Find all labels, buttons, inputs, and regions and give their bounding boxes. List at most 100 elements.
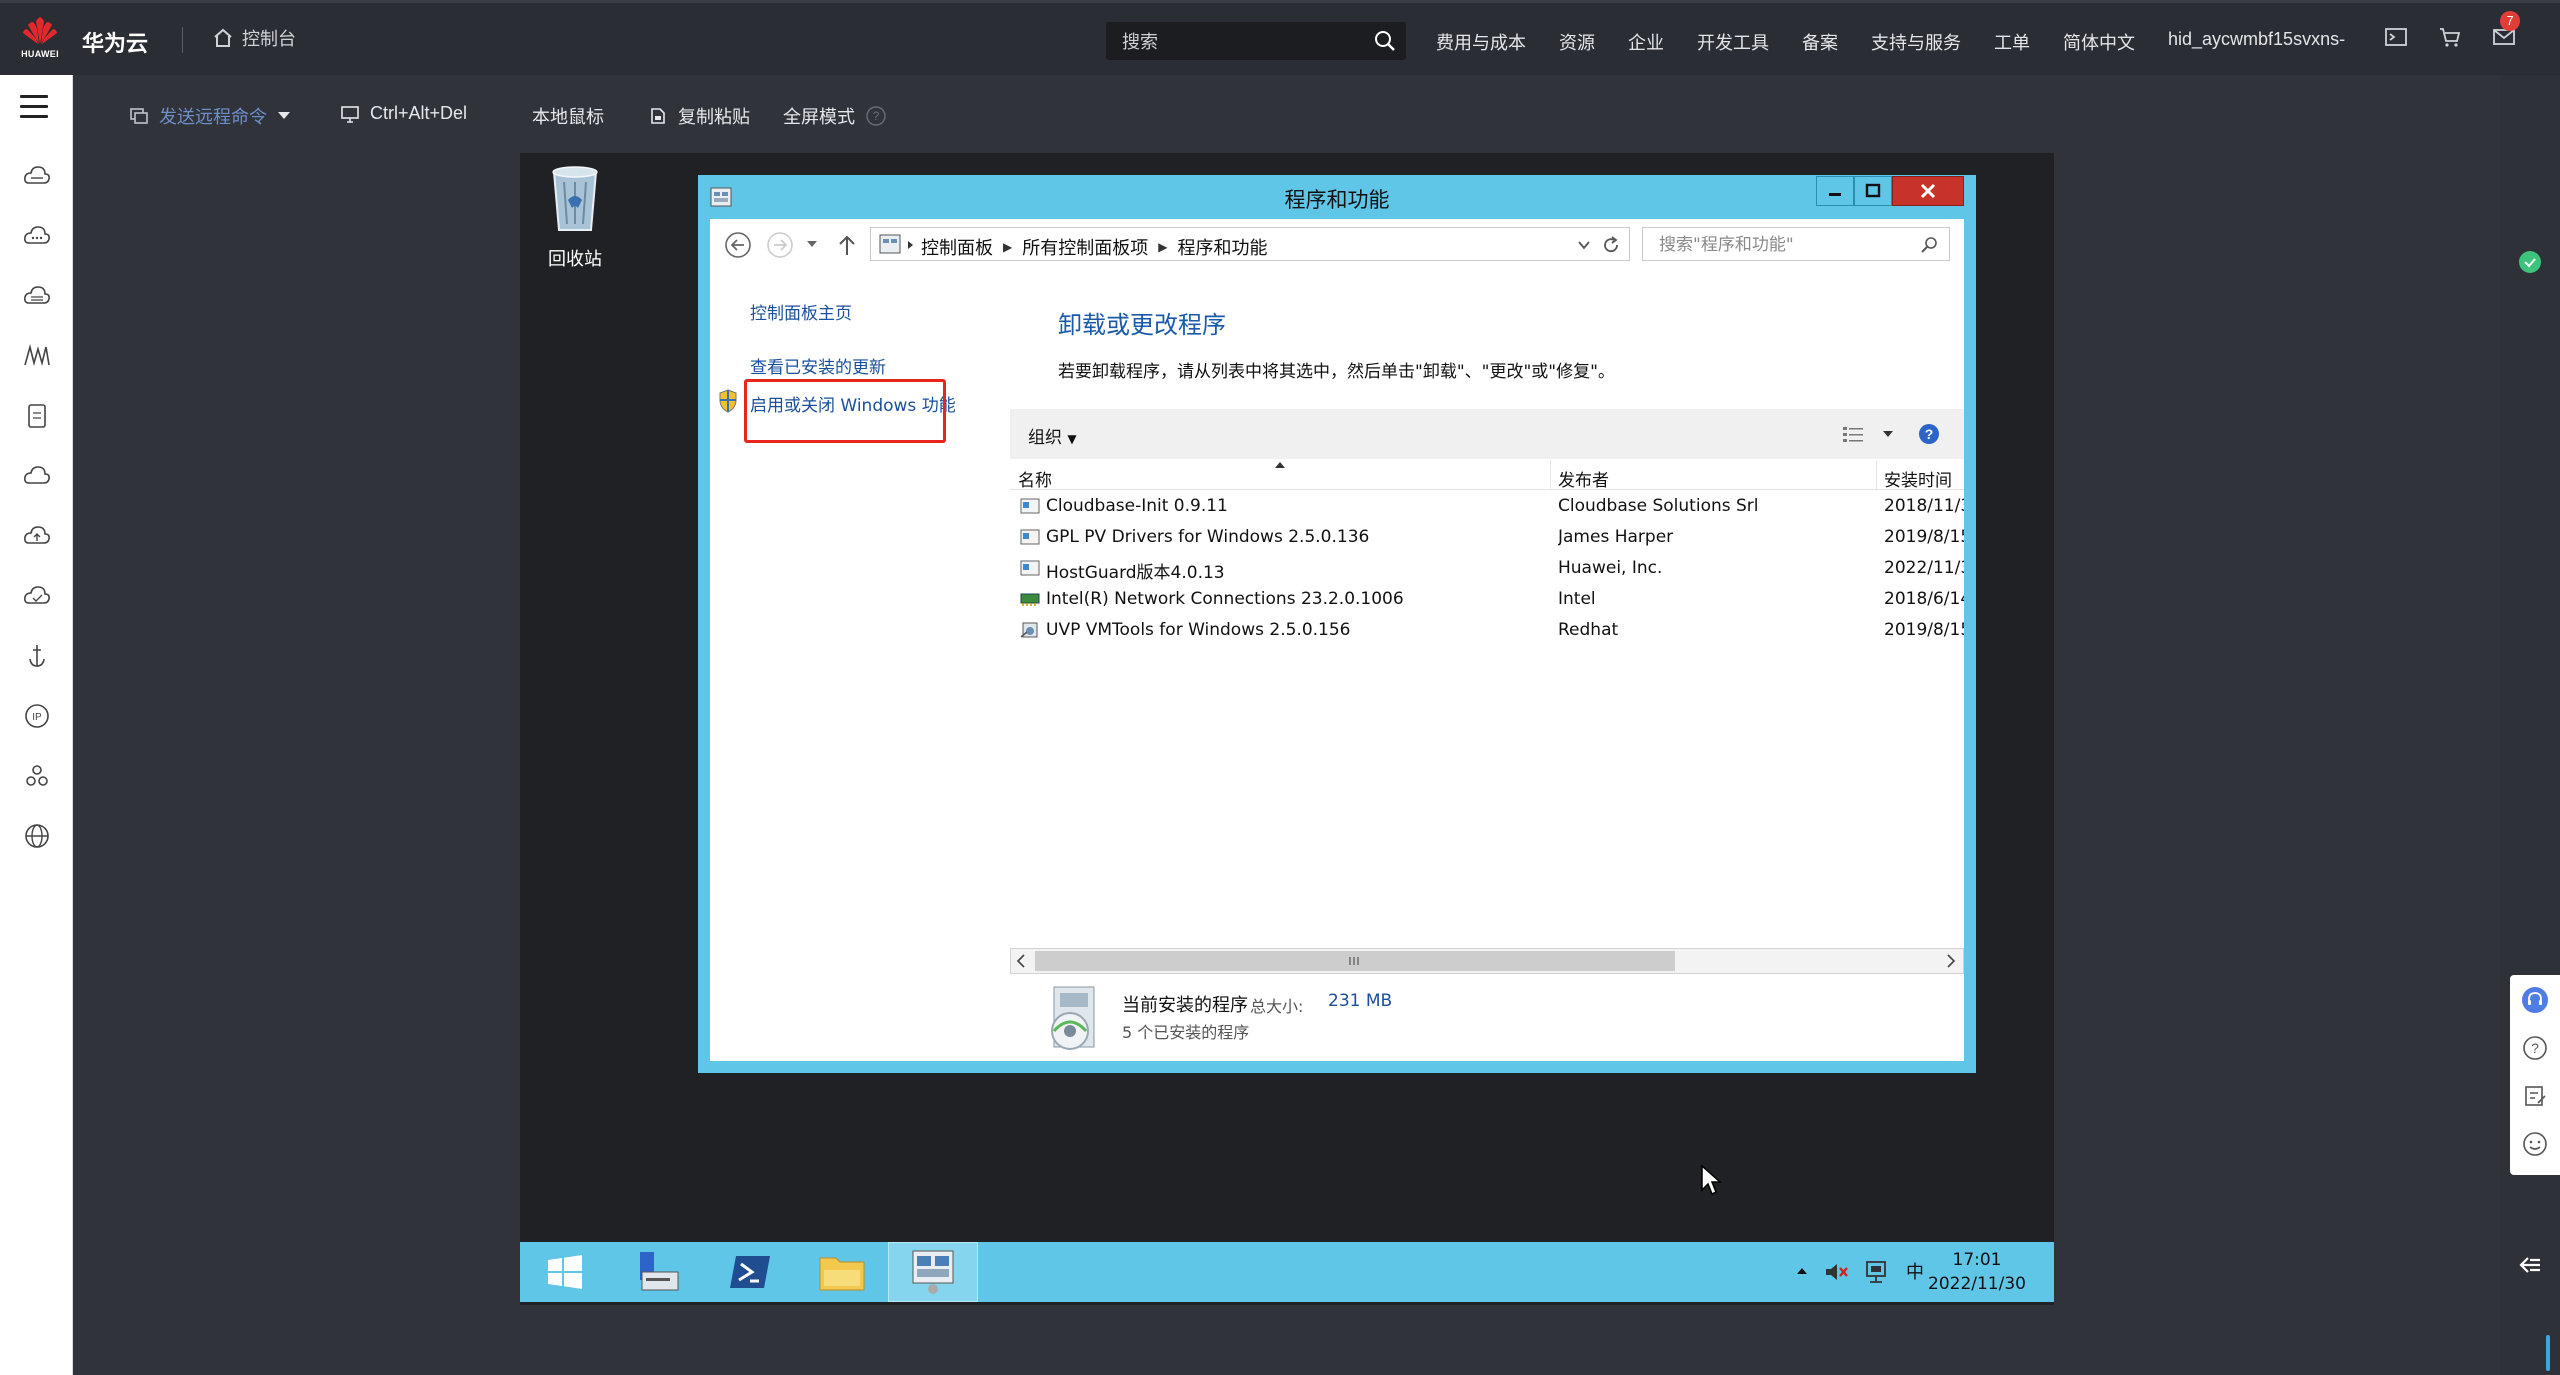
programs-search-input[interactable]	[1657, 228, 1911, 262]
terminal-icon[interactable]	[2384, 25, 2408, 49]
nav-tickets[interactable]: 工单	[1994, 29, 2030, 55]
program-row[interactable]: Intel(R) Network Connections 23.2.0.1006…	[1010, 584, 1964, 615]
program-row[interactable]: GPL PV Drivers for Windows 2.5.0.136 Jam…	[1010, 522, 1964, 553]
monitoring-icon[interactable]	[22, 341, 52, 371]
server-manager-button[interactable]	[612, 1242, 702, 1302]
view-updates-link[interactable]: 查看已安装的更新	[750, 353, 886, 378]
console-link[interactable]: 控制台	[212, 25, 296, 51]
breadcrumb-programs[interactable]: 程序和功能	[1177, 234, 1267, 260]
back-icon[interactable]	[724, 231, 752, 259]
recycle-bin-label: 回收站	[548, 249, 602, 269]
nav-enterprise[interactable]: 企业	[1628, 29, 1664, 55]
copy-paste-button[interactable]: 复制粘贴	[648, 103, 750, 129]
programs-search-box[interactable]	[1642, 227, 1950, 262]
scroll-indicator[interactable]	[2546, 1335, 2550, 1371]
column-divider[interactable]	[1550, 461, 1551, 489]
forward-icon[interactable]	[766, 231, 794, 259]
scrollbar-thumb[interactable]	[1035, 951, 1675, 971]
cluster-icon[interactable]	[22, 761, 52, 791]
system-clock[interactable]: 17:01 2022/11/30	[1912, 1248, 2042, 1296]
recycle-bin-shortcut[interactable]: 回收站	[540, 162, 610, 271]
start-button[interactable]	[520, 1242, 610, 1302]
document-icon[interactable]	[22, 401, 52, 431]
question-icon[interactable]: ?	[2522, 1035, 2548, 1061]
network-icon[interactable]	[1864, 1260, 1890, 1286]
program-date: 2019/8/15	[1884, 527, 1964, 547]
nav-dev-tools[interactable]: 开发工具	[1697, 29, 1769, 55]
help-icon[interactable]: ?	[865, 105, 887, 127]
huawei-logo-icon	[23, 17, 57, 44]
refresh-icon[interactable]	[1601, 235, 1621, 255]
program-publisher: Redhat	[1558, 620, 1619, 640]
search-input[interactable]	[1120, 22, 1354, 62]
smiley-icon[interactable]	[2522, 1131, 2548, 1157]
search-icon[interactable]	[1374, 30, 1396, 52]
view-options-icon[interactable]	[1842, 425, 1864, 443]
recycle-bin-icon	[552, 166, 598, 231]
anchor-icon[interactable]	[22, 641, 52, 671]
window-titlebar[interactable]: 程序和功能	[698, 175, 1976, 219]
brand-name[interactable]: 华为云	[82, 26, 148, 58]
customer-service-icon[interactable]	[2522, 987, 2548, 1013]
close-button[interactable]	[1892, 176, 1964, 206]
feedback-icon[interactable]	[2522, 1083, 2548, 1109]
cloud-server-icon[interactable]	[22, 161, 52, 191]
cart-icon[interactable]	[2438, 25, 2462, 49]
tray-expand-icon[interactable]	[1796, 1266, 1808, 1276]
breadcrumb-all-items[interactable]: 所有控制面板项	[1022, 234, 1148, 260]
cloud-security-icon[interactable]	[22, 581, 52, 611]
installed-programs-icon	[1051, 986, 1095, 1050]
horizontal-scrollbar[interactable]	[1010, 948, 1964, 974]
global-search[interactable]	[1106, 22, 1406, 62]
nav-language[interactable]: 简体中文	[2063, 29, 2135, 55]
history-dropdown-icon[interactable]	[806, 239, 818, 249]
powershell-button[interactable]	[704, 1242, 794, 1302]
huawei-logo[interactable]: HUAWEI	[18, 17, 62, 63]
view-dropdown-icon[interactable]	[1882, 429, 1894, 439]
nav-account[interactable]: hid_aycwmbf15svxns-	[2168, 29, 2345, 55]
nav-icp[interactable]: 备案	[1802, 29, 1838, 55]
right-rail	[2500, 75, 2560, 1375]
control-panel-home-link[interactable]: 控制面板主页	[750, 299, 852, 324]
scroll-left-icon[interactable]	[1015, 954, 1027, 968]
nav-support[interactable]: 支持与服务	[1871, 29, 1961, 55]
column-divider[interactable]	[1876, 461, 1877, 489]
menu-icon[interactable]	[20, 95, 48, 125]
program-name: UVP VMTools for Windows 2.5.0.156	[1046, 620, 1351, 640]
nav-resources[interactable]: 资源	[1559, 29, 1595, 55]
volume-muted-icon[interactable]	[1824, 1260, 1850, 1284]
collapse-panel-icon[interactable]	[2516, 1253, 2544, 1277]
globe-icon[interactable]	[22, 821, 52, 851]
column-publisher[interactable]: 发布者	[1558, 466, 1609, 491]
address-bar[interactable]: 控制面板 ▶ 所有控制面板项 ▶ 程序和功能	[870, 227, 1630, 261]
program-row[interactable]: Cloudbase-Init 0.9.11 Cloudbase Solution…	[1010, 491, 1964, 522]
cloud-storage-icon[interactable]	[22, 221, 52, 251]
monitor-icon	[341, 105, 359, 123]
search-icon[interactable]	[1921, 236, 1939, 254]
scroll-right-icon[interactable]	[1945, 954, 1957, 968]
file-explorer-button[interactable]	[796, 1242, 886, 1302]
program-row[interactable]: HostGuard版本4.0.13 Huawei, Inc. 2022/11/3	[1010, 553, 1964, 584]
nav-cost[interactable]: 费用与成本	[1436, 29, 1526, 55]
local-mouse-button[interactable]: 本地鼠标	[532, 103, 604, 129]
cloud-database-icon[interactable]	[22, 281, 52, 311]
sort-ascending-icon	[1275, 462, 1285, 468]
address-row: 控制面板 ▶ 所有控制面板项 ▶ 程序和功能	[710, 219, 1964, 269]
column-name[interactable]: 名称	[1018, 466, 1052, 491]
minimize-button[interactable]	[1816, 176, 1854, 206]
ctrl-alt-del-button[interactable]: Ctrl+Alt+Del	[340, 103, 467, 124]
address-dropdown-icon[interactable]	[1577, 240, 1591, 250]
cloud-upload-icon[interactable]	[22, 521, 52, 551]
up-arrow-icon[interactable]	[836, 233, 858, 257]
maximize-button[interactable]	[1854, 176, 1892, 206]
cloud-network-icon[interactable]	[22, 461, 52, 491]
organize-button[interactable]: 组织 ▼	[1028, 423, 1077, 448]
column-installed-on[interactable]: 安装时间	[1884, 466, 1952, 491]
help-icon[interactable]: ?	[1918, 423, 1940, 445]
breadcrumb-control-panel[interactable]: 控制面板	[921, 234, 993, 260]
program-row[interactable]: UVP VMTools for Windows 2.5.0.156 Redhat…	[1010, 615, 1964, 646]
fullscreen-button[interactable]: 全屏模式 ?	[783, 103, 887, 129]
control-panel-taskbar-button[interactable]	[888, 1242, 978, 1302]
send-command-button[interactable]: 发送远程命令	[129, 103, 291, 129]
elastic-ip-icon[interactable]: IP	[22, 701, 52, 731]
